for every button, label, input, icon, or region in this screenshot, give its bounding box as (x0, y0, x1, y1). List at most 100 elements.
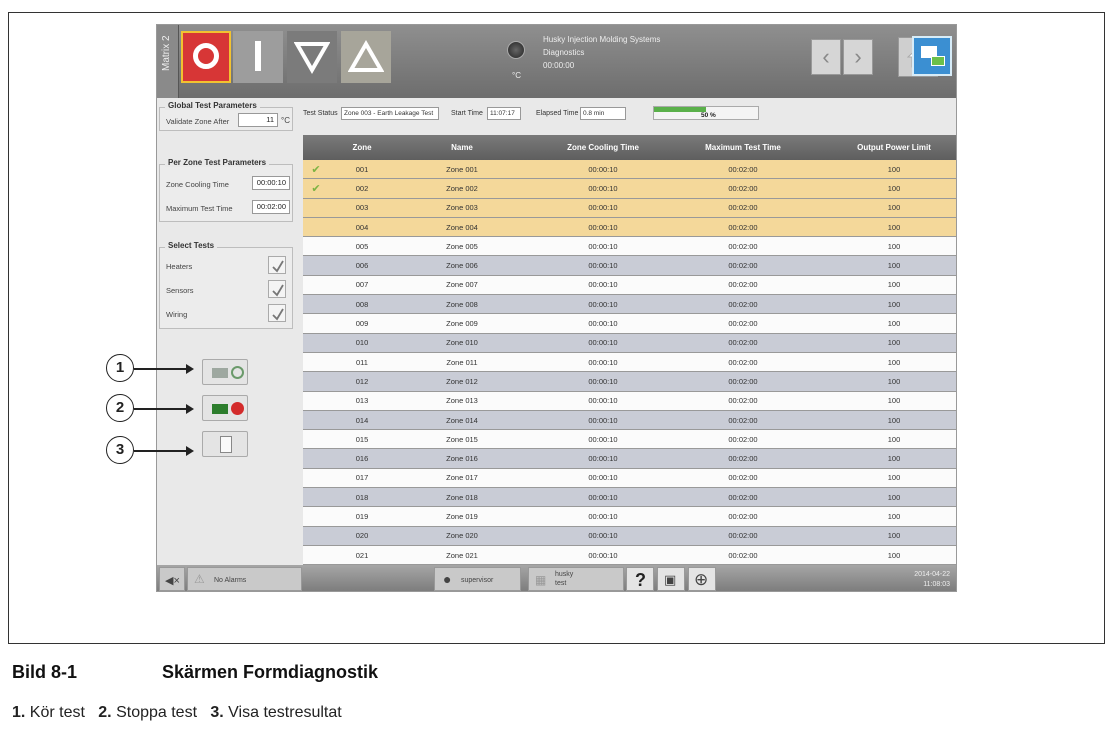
table-row[interactable]: 004 Zone 004 00:00:10 00:02:00 100 (303, 217, 956, 238)
zone-cell: 008 (355, 299, 369, 309)
table-row[interactable]: 021 Zone 021 00:00:10 00:02:00 100 (303, 545, 956, 566)
table-row[interactable]: 016 Zone 016 00:00:10 00:02:00 100 (303, 449, 956, 469)
mold-button[interactable]: ▦ husky test (528, 567, 624, 591)
table-row[interactable]: 019 Zone 019 00:00:10 00:02:00 100 (303, 507, 956, 527)
table-row[interactable]: ✔ 001 Zone 001 00:00:10 00:02:00 100 (303, 160, 956, 180)
zone-cell: 016 (355, 454, 369, 464)
chevron-left-icon: ‹ (822, 44, 830, 69)
run-test-button[interactable] (202, 359, 248, 385)
legend-num-2: 2. (98, 704, 112, 721)
name-cell: Zone 020 (446, 531, 478, 541)
table-row[interactable]: 015 Zone 015 00:00:10 00:02:00 100 (303, 430, 956, 450)
checkmark-icon (272, 260, 284, 273)
legend-text-3: Visa testresultat (228, 704, 342, 721)
max-time-cell: 00:02:00 (728, 492, 758, 502)
start-time-label: Start Time (451, 110, 483, 117)
triangle-up-icon (348, 39, 384, 72)
legend-num-3: 3. (210, 704, 224, 721)
name-cell: Zone 019 (446, 511, 478, 521)
date-text: 2014-04-22 (914, 571, 950, 578)
figure-legend: 1. Kör test 2. Stoppa test 3. Visa testr… (12, 704, 342, 722)
validate-label: Validate Zone After (166, 117, 230, 126)
power-limit-cell: 100 (887, 183, 901, 193)
power-on-icon (255, 41, 261, 71)
stop-test-button[interactable] (202, 395, 248, 421)
checkmark-icon (272, 308, 284, 321)
column-header-power-limit[interactable]: Output Power Limit (809, 143, 956, 152)
table-row[interactable]: 017 Zone 017 00:00:10 00:02:00 100 (303, 468, 956, 489)
mute-button[interactable]: ◀× (159, 567, 185, 591)
screen-selector-button[interactable] (912, 36, 952, 76)
table-row[interactable]: 010 Zone 010 00:00:10 00:02:00 100 (303, 333, 956, 353)
column-header-max-time[interactable]: Maximum Test Time (677, 143, 809, 152)
callout-arrow-2 (134, 404, 194, 414)
zone-cell: 007 (355, 280, 369, 290)
back-button[interactable]: ‹ (811, 39, 841, 75)
callout-arrow-3 (134, 446, 194, 456)
validate-zone-input[interactable]: 11 (238, 113, 278, 127)
forward-button[interactable]: › (843, 39, 873, 75)
table-row[interactable]: 007 Zone 007 00:00:10 00:02:00 100 (303, 275, 956, 296)
table-row[interactable]: ✔ 002 Zone 002 00:00:10 00:02:00 100 (303, 179, 956, 199)
table-row[interactable]: 006 Zone 006 00:00:10 00:02:00 100 (303, 256, 956, 276)
footer-bar: ◀× ⚠ No Alarms ● supervisor ▦ husky test… (157, 565, 956, 591)
table-row[interactable]: 009 Zone 009 00:00:10 00:02:00 100 (303, 314, 956, 334)
user-button[interactable]: ● supervisor (434, 567, 521, 591)
power-limit-cell: 100 (887, 319, 901, 329)
table-row[interactable]: 003 Zone 003 00:00:10 00:02:00 100 (303, 198, 956, 218)
machine-on-button[interactable] (233, 31, 283, 83)
raise-button[interactable] (341, 31, 391, 83)
name-cell: Zone 005 (446, 241, 478, 251)
column-header-zone[interactable]: Zone (329, 143, 395, 152)
zone-cell: 011 (356, 357, 368, 367)
table-row[interactable]: 018 Zone 018 00:00:10 00:02:00 100 (303, 488, 956, 508)
view-results-button[interactable] (202, 431, 248, 457)
matrix-tab[interactable]: Matrix 2 (157, 25, 179, 98)
lower-button[interactable] (287, 31, 337, 83)
datetime: 2014-04-22 11:08:03 (914, 570, 950, 590)
name-cell: Zone 021 (446, 550, 478, 560)
table-row[interactable]: 020 Zone 020 00:00:10 00:02:00 100 (303, 526, 956, 546)
zone-cell: 019 (355, 511, 369, 521)
per-zone-title: Per Zone Test Parameters (165, 158, 270, 167)
table-row[interactable]: 011 Zone 011 00:00:10 00:02:00 100 (303, 352, 956, 373)
name-cell: Zone 017 (446, 473, 478, 483)
table-row[interactable]: 014 Zone 014 00:00:10 00:02:00 100 (303, 410, 956, 431)
sensors-checkbox[interactable] (268, 280, 286, 298)
table-row[interactable]: 012 Zone 012 00:00:10 00:02:00 100 (303, 372, 956, 392)
max-time-cell: 00:02:00 (728, 473, 758, 483)
language-button[interactable]: ⊕ (688, 567, 716, 591)
column-header-name[interactable]: Name (395, 143, 529, 152)
cooling-time-cell: 00:00:10 (588, 222, 618, 232)
cooling-time-cell: 00:00:10 (588, 203, 618, 213)
name-cell: Zone 016 (446, 454, 478, 464)
column-header-cooling[interactable]: Zone Cooling Time (529, 143, 677, 152)
cycle-time: 00:00:00 (543, 61, 575, 70)
user-name: supervisor (461, 577, 494, 584)
table-row[interactable]: 005 Zone 005 00:00:10 00:02:00 100 (303, 237, 956, 257)
table-row[interactable]: 008 Zone 008 00:00:10 00:02:00 100 (303, 295, 956, 315)
machine-stop-button[interactable] (181, 31, 231, 83)
cooling-time-input[interactable]: 00:00:10 (252, 176, 290, 190)
zone-cell: 006 (355, 261, 369, 271)
cooling-time-cell: 00:00:10 (588, 550, 618, 560)
cooling-time-cell: 00:00:10 (588, 376, 618, 386)
zone-cell: 010 (355, 338, 369, 348)
speaker-mute-icon: ◀× (165, 575, 180, 587)
table-row[interactable]: 013 Zone 013 00:00:10 00:02:00 100 (303, 391, 956, 411)
power-limit-cell: 100 (887, 357, 901, 367)
heaters-checkbox[interactable] (268, 256, 286, 274)
max-time-cell: 00:02:00 (728, 415, 758, 425)
callout-2: 2 (106, 394, 134, 422)
test-status-label: Test Status (303, 110, 338, 117)
power-limit-cell: 100 (887, 203, 901, 213)
zone-cell: 013 (355, 396, 369, 406)
help-button[interactable]: ? (626, 567, 654, 591)
max-test-time-input[interactable]: 00:02:00 (252, 200, 290, 214)
screenshot-button[interactable]: ▣ (657, 567, 685, 591)
globe-icon: ⊕ (694, 570, 709, 589)
wiring-checkbox[interactable] (268, 304, 286, 322)
name-cell: Zone 015 (446, 434, 478, 444)
alarms-button[interactable]: ⚠ No Alarms (187, 567, 302, 591)
max-time-cell: 00:02:00 (728, 241, 758, 251)
